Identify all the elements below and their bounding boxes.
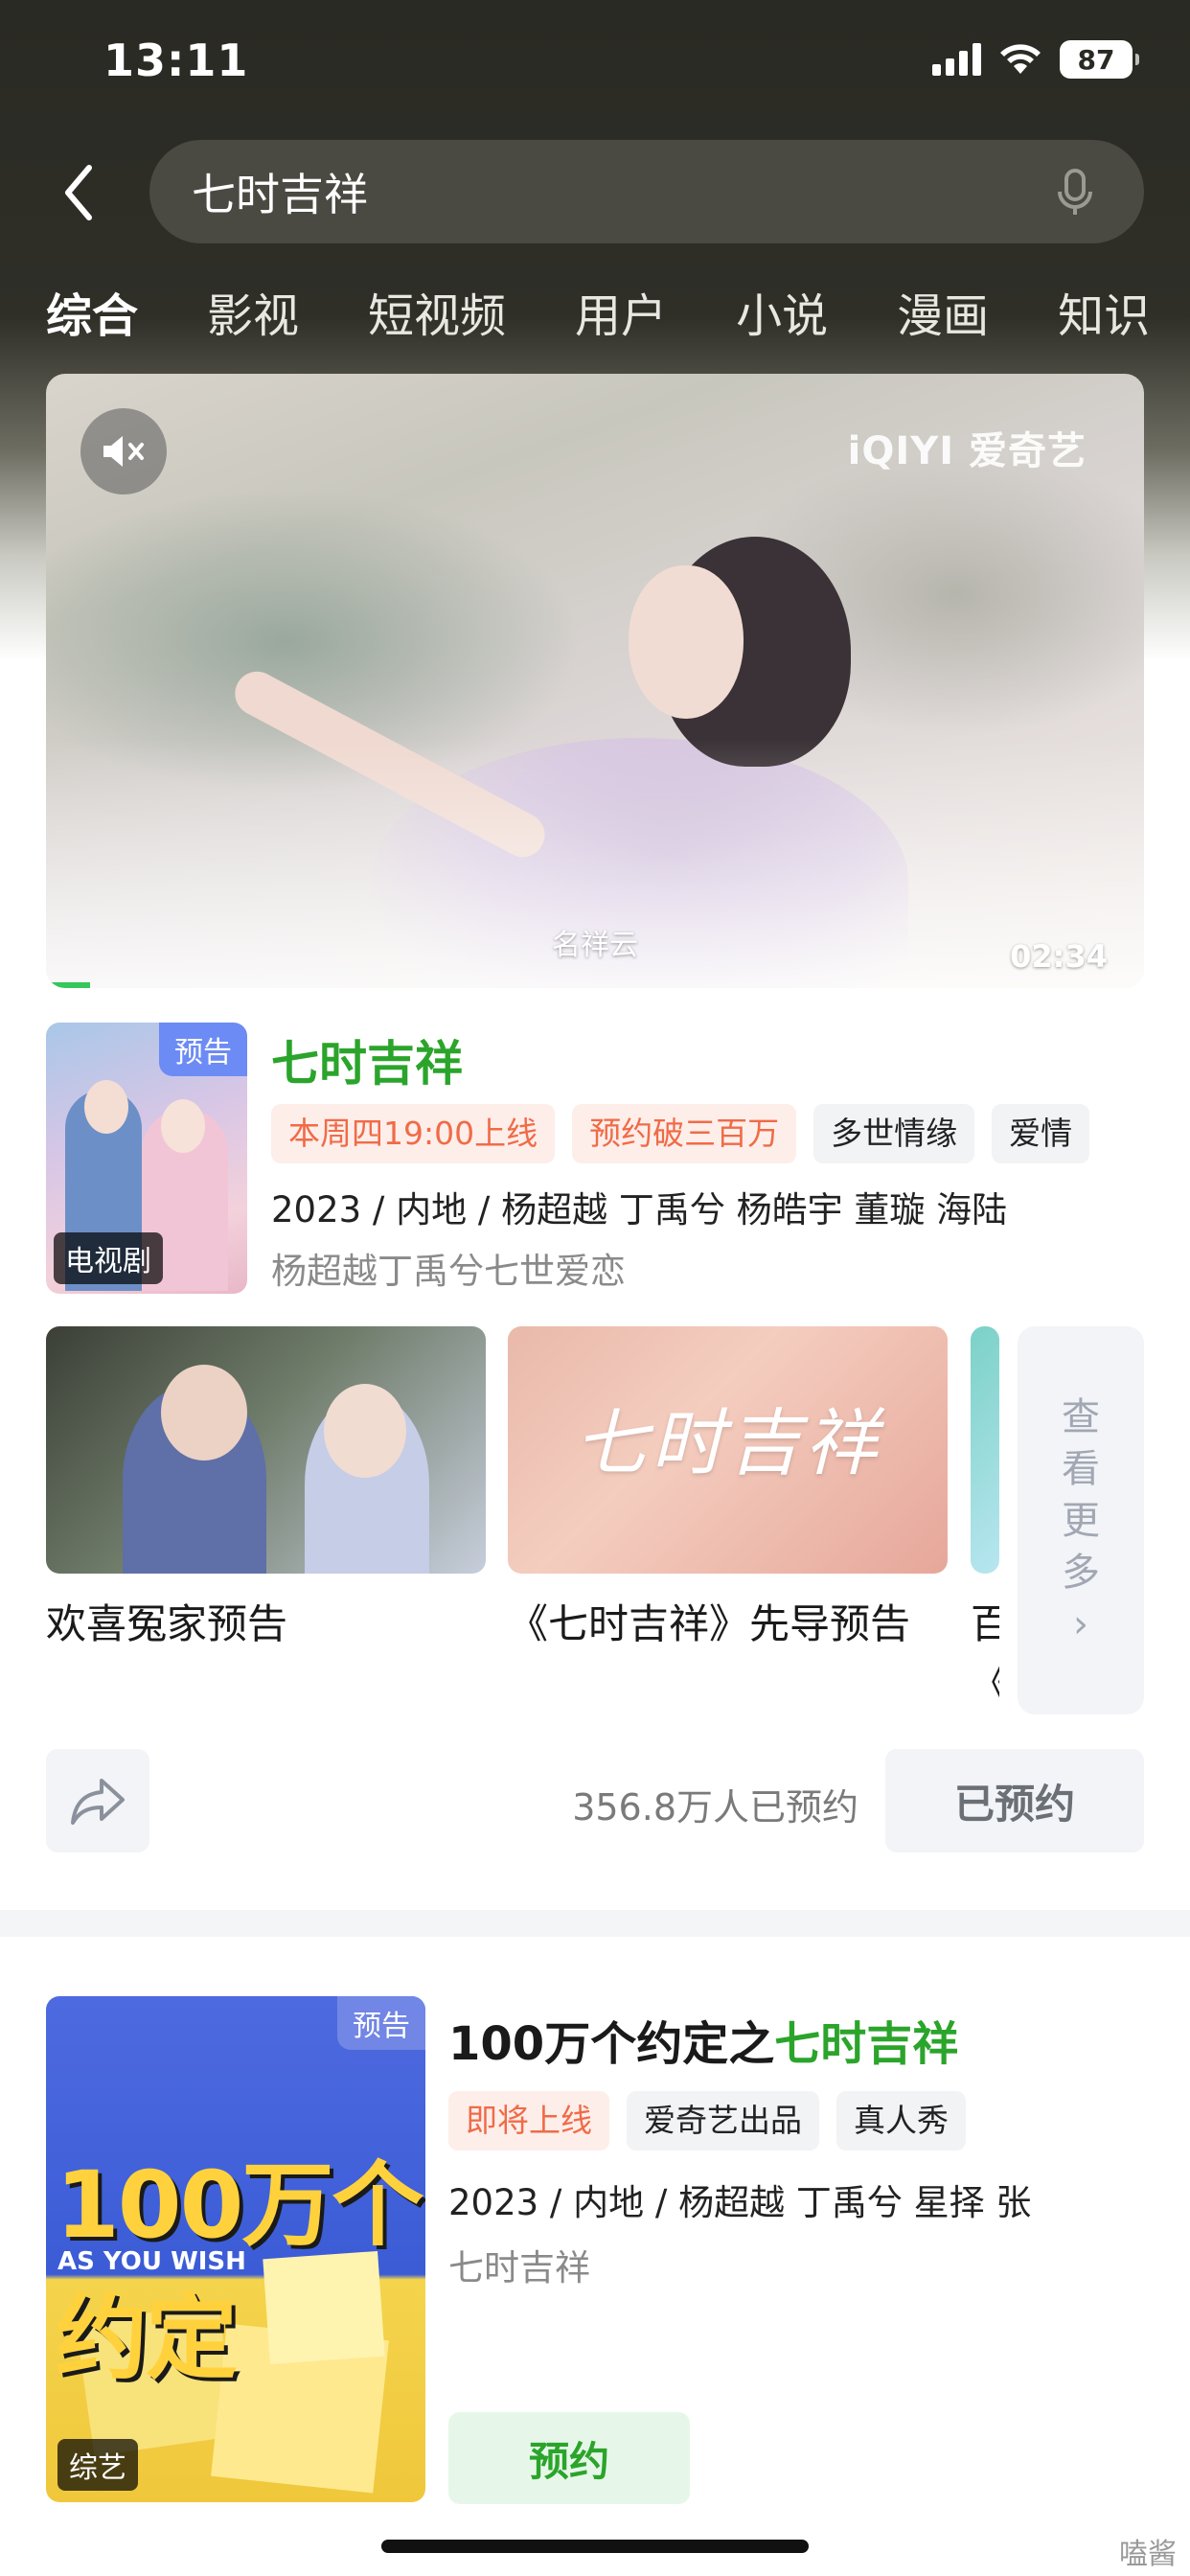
trailer-label: 欢喜冤家预告 (46, 1600, 288, 1647)
show-title[interactable]: 七时吉祥 (271, 1025, 463, 1094)
tag-producer[interactable]: 爱奇艺出品 (627, 2091, 819, 2150)
status-bar: 13:11 87 (0, 0, 1190, 125)
reserved-button[interactable]: 已预约 (885, 1749, 1144, 1852)
tab-short-video[interactable]: 短视频 (368, 278, 506, 345)
tab-comprehensive[interactable]: 综合 (46, 278, 138, 345)
trailer-thumbnail (971, 1326, 999, 1574)
search-row: 七时吉祥 (0, 140, 1190, 245)
tag-genre[interactable]: 多世情缘 (813, 1104, 975, 1163)
trailer-badge: 预告 (159, 1023, 247, 1076)
trailer-thumbnail (46, 1326, 486, 1574)
trailer-label: 《七时吉祥》先导预告 (508, 1600, 911, 1647)
watermark: 嗑酱 (1119, 2538, 1177, 2571)
show2-poster[interactable]: 100万个约定 AS YOU WISH 预告 综艺 (46, 1996, 425, 2502)
trailer-item-partial[interactable]: 百《 (971, 1326, 999, 1714)
tag-romance[interactable]: 爱情 (992, 1104, 1090, 1163)
tag-release: 本周四19:00上线 (271, 1104, 556, 1163)
home-indicator[interactable] (381, 2540, 809, 2553)
tag-coming-soon: 即将上线 (448, 2091, 609, 2150)
reservation-count: 356.8万人已预约 (572, 1786, 858, 1828)
show2-title[interactable]: 100万个约定之七时吉祥 (448, 2006, 958, 2073)
tag-reservations: 预约破三百万 (572, 1104, 797, 1163)
video-progress-bar (46, 982, 90, 988)
type-badge: 综艺 (57, 2439, 138, 2491)
iqiyi-logo: iQIYI 爱奇艺 (847, 429, 1087, 473)
speaker-muted-icon (103, 436, 144, 467)
battery-indicator: 87 (1060, 40, 1139, 79)
section-divider (0, 1910, 1190, 1937)
show-meta: 2023 / 内地 / 杨超越 丁禹兮 杨皓宇 董璇 海陆 (271, 1189, 1008, 1230)
show-tags: 本周四19:00上线 预约破三百万 多世情缘 爱情 (271, 1104, 1090, 1163)
type-badge: 电视剧 (54, 1232, 163, 1284)
trailer-badge: 预告 (337, 1996, 425, 2050)
reserve-button[interactable]: 预约 (448, 2412, 690, 2504)
status-icons: 87 (932, 40, 1139, 79)
trailer-item[interactable]: 七时吉祥 《七时吉祥》先导预告 (508, 1326, 948, 1654)
trailer-item[interactable]: 欢喜冤家预告 (46, 1326, 486, 1654)
video-player[interactable]: iQIYI 爱奇艺 名祥云 02:34 (46, 374, 1144, 988)
view-more-button[interactable]: 查 看 更 多 › (1018, 1326, 1144, 1714)
tab-novels[interactable]: 小说 (736, 278, 828, 345)
tab-users[interactable]: 用户 (575, 278, 667, 345)
cellular-signal-icon (932, 43, 981, 76)
show2-description: 七时吉祥 (448, 2247, 590, 2288)
show-poster[interactable]: 预告 电视剧 (46, 1023, 247, 1294)
trailer-label: 百《 (971, 1600, 999, 1707)
tab-film-tv[interactable]: 影视 (207, 278, 299, 345)
chevron-right-icon: › (1073, 1601, 1088, 1646)
search-input[interactable]: 七时吉祥 (149, 140, 1144, 243)
show2-tags: 即将上线 爱奇艺出品 真人秀 (448, 2091, 966, 2150)
microphone-icon[interactable] (1056, 169, 1094, 217)
tab-comics[interactable]: 漫画 (897, 278, 989, 345)
thumbnail-calligraphy: 七时吉祥 (574, 1400, 881, 1485)
tag-reality-show[interactable]: 真人秀 (836, 2091, 966, 2150)
video-duration: 02:34 (1010, 938, 1108, 975)
chevron-left-icon (65, 165, 92, 220)
tab-knowledge[interactable]: 知识 (1058, 278, 1150, 345)
show2-meta: 2023 / 内地 / 杨超越 丁禹兮 星择 张 (448, 2182, 1032, 2223)
wifi-icon (1000, 44, 1041, 74)
video-caption: 名祥云 (552, 929, 638, 962)
share-icon (71, 1779, 125, 1825)
status-time: 13:11 (103, 34, 249, 86)
show-description: 杨超越丁禹兮七世爱恋 (271, 1251, 626, 1292)
search-query: 七时吉祥 (192, 169, 368, 220)
poster-subtitle: AS YOU WISH (57, 2247, 246, 2276)
mute-button[interactable] (80, 408, 167, 494)
trailer-thumbnail: 七时吉祥 (508, 1326, 948, 1574)
back-button[interactable] (50, 161, 107, 224)
share-button[interactable] (46, 1749, 149, 1852)
category-tabs: 综合 影视 短视频 用户 小说 漫画 知识 (46, 278, 1190, 345)
